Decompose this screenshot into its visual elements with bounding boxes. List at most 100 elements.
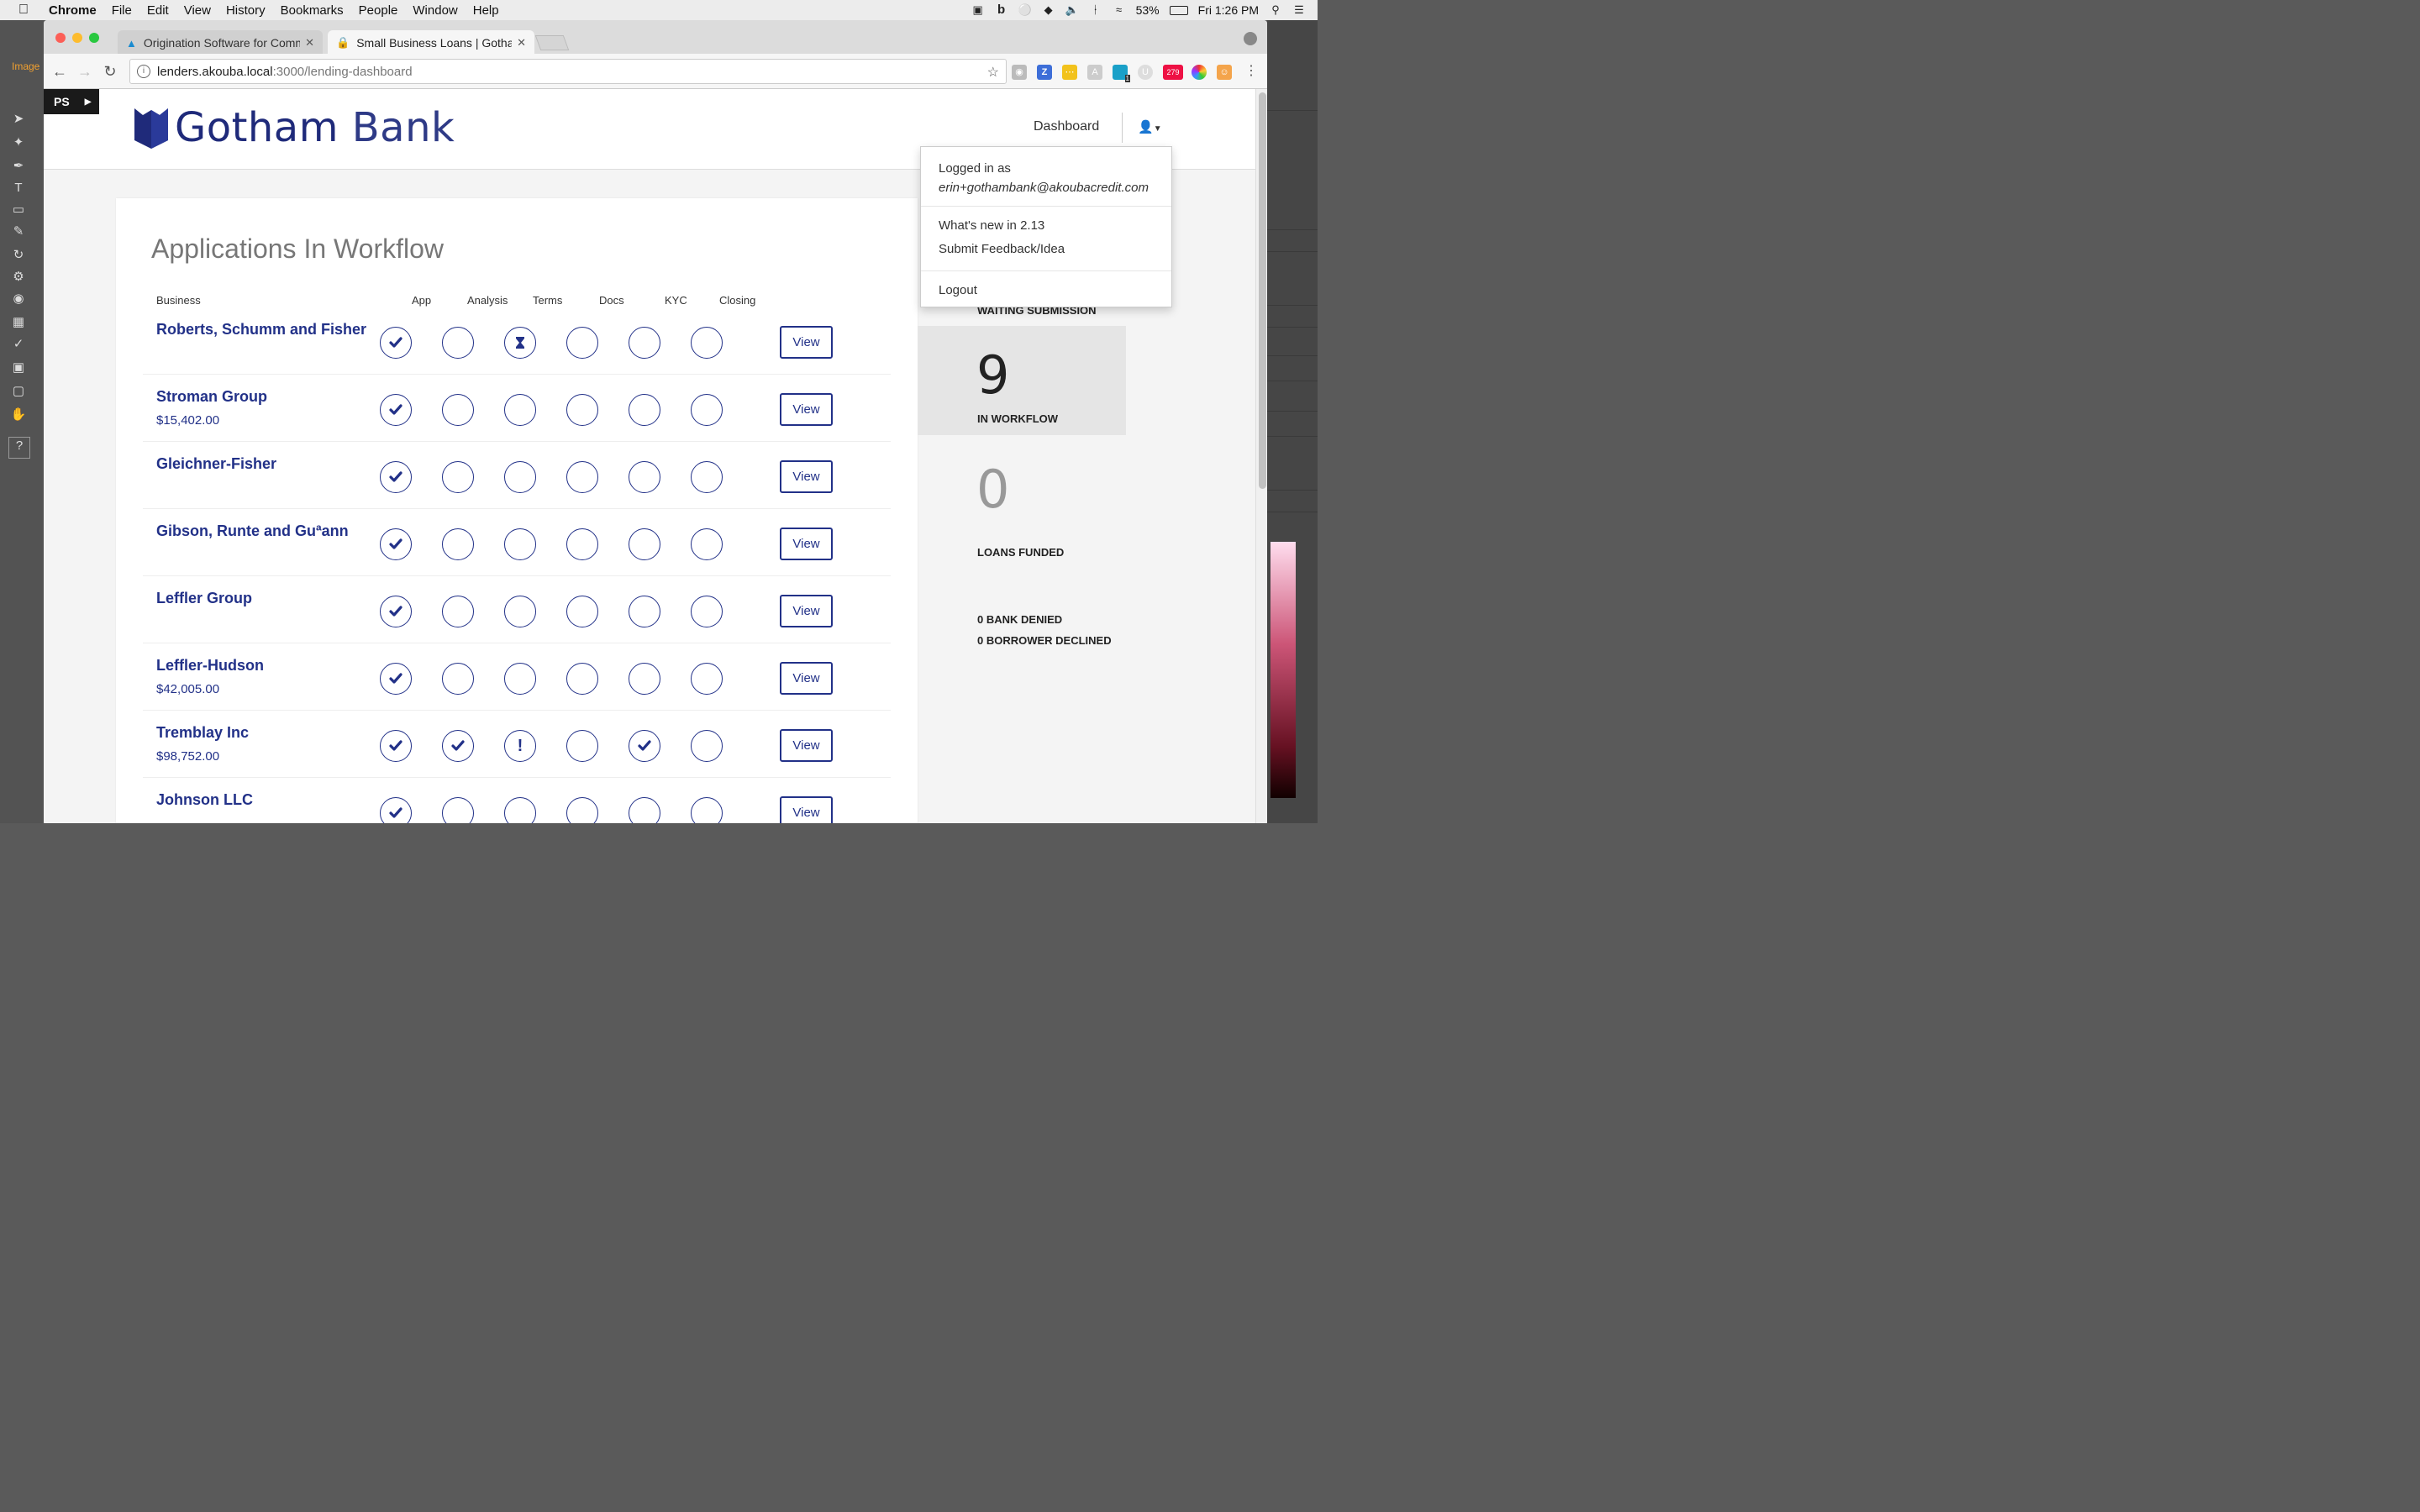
column-header-analysis: Analysis [467, 294, 508, 307]
close-window-button[interactable] [55, 33, 66, 43]
view-button[interactable]: View [780, 662, 833, 695]
business-name-link[interactable]: Tremblay Inc [156, 724, 249, 742]
volume-icon[interactable]: 🔈 [1065, 4, 1079, 16]
help-icon[interactable]: ? [8, 437, 30, 459]
battery-icon[interactable] [1169, 5, 1188, 15]
type-tool-icon[interactable]: T [10, 180, 27, 197]
step-analysis-empty [442, 797, 474, 823]
face-extension-icon[interactable]: ☺ [1217, 65, 1232, 80]
business-name-link[interactable]: Leffler Group [156, 590, 252, 607]
zoom-window-button[interactable] [89, 33, 99, 43]
menu-divider [921, 206, 1171, 207]
shape-builder-icon[interactable]: ◉ [10, 291, 27, 307]
business-name-link[interactable]: Johnson LLC [156, 791, 253, 809]
u-extension-icon[interactable]: U [1138, 65, 1153, 80]
page-scrollbar[interactable] [1255, 89, 1267, 823]
yellow-extension-icon[interactable]: ⋯ [1062, 65, 1077, 80]
bluetooth-icon[interactable]: ᚽ [1089, 4, 1102, 16]
view-button[interactable]: View [780, 326, 833, 359]
color-wheel-extension-icon[interactable] [1192, 65, 1207, 80]
pencil-tool-icon[interactable]: ✎ [10, 223, 27, 240]
checkmark-icon [389, 404, 402, 415]
business-name-link[interactable]: Gleichner-Fisher [156, 455, 276, 473]
scrollbar-thumb[interactable] [1259, 92, 1266, 489]
pen-tool-icon[interactable]: ✒ [10, 158, 27, 175]
business-name-link[interactable]: Stroman Group [156, 388, 267, 406]
tab-small-business-loans[interactable]: 🔒 Small Business Loans | Gotham ✕ [328, 30, 534, 55]
new-tab-button[interactable] [534, 35, 570, 50]
submit-feedback-link[interactable]: Submit Feedback/Idea [939, 242, 1065, 256]
ps-image-tab[interactable]: Image [12, 60, 39, 72]
minimize-window-button[interactable] [72, 33, 82, 43]
tab-origination-software[interactable]: ▲ Origination Software for Comm ✕ [118, 30, 323, 55]
menu-file[interactable]: File [112, 3, 132, 18]
menu-edit[interactable]: Edit [147, 3, 169, 18]
view-button[interactable]: View [780, 595, 833, 627]
site-info-icon[interactable]: i [137, 65, 150, 78]
tab-close-icon[interactable]: ✕ [517, 36, 526, 50]
gotham-bank-logo[interactable]: Gotham Bank [133, 104, 455, 151]
b-app-icon[interactable]: b [995, 3, 1008, 16]
step-docs-empty [566, 394, 598, 426]
reload-icon[interactable]: ↻ [101, 62, 119, 81]
profile-icon[interactable] [1244, 32, 1257, 45]
hand-tool-icon[interactable]: ✋ [10, 407, 27, 423]
warp-tool-icon[interactable]: ⚙ [10, 269, 27, 286]
artboard-tool-icon[interactable]: ▢ [10, 383, 27, 400]
step-app-done [380, 730, 412, 762]
forward-arrow-icon[interactable]: → [76, 62, 94, 81]
business-name-link[interactable]: Leffler-Hudson [156, 657, 264, 675]
in-workflow-stat[interactable]: 9 IN WORKFLOW [918, 326, 1126, 435]
angular-extension-icon[interactable]: A [1087, 65, 1102, 80]
shield-status-icon[interactable]: ▣ [971, 4, 985, 16]
magic-wand-icon[interactable]: ✦ [10, 134, 27, 151]
menu-bookmarks[interactable]: Bookmarks [281, 3, 344, 18]
loan-amount: $15,402.00 [156, 413, 220, 428]
ps-overlay-badge[interactable]: PS ▶ [44, 89, 99, 114]
evernote-icon[interactable]: ◆ [1042, 4, 1055, 16]
chrome-menu-icon[interactable]: ⋮ [1242, 62, 1260, 81]
wifi-icon[interactable]: ≈ [1113, 4, 1126, 16]
business-name-link[interactable]: Roberts, Schumm and Fisher [156, 321, 366, 339]
view-button[interactable]: View [780, 393, 833, 426]
menu-people[interactable]: People [359, 3, 398, 18]
color-picker-gradient[interactable] [1270, 542, 1296, 798]
notifier-extension-icon[interactable]: 1 [1113, 65, 1130, 82]
menu-view[interactable]: View [184, 3, 211, 18]
symbol-sprayer-icon[interactable]: ▣ [10, 360, 27, 376]
view-button[interactable]: View [780, 796, 833, 823]
address-bar[interactable]: i lenders.akouba.local :3000/lending-das… [129, 59, 1007, 84]
mail-count-extension-icon[interactable]: 279 [1163, 65, 1183, 80]
back-arrow-icon[interactable]: ← [50, 62, 69, 81]
view-button[interactable]: View [780, 528, 833, 560]
step-docs-empty [566, 663, 598, 695]
menu-window[interactable]: Window [413, 3, 457, 18]
tab-close-icon[interactable]: ✕ [305, 36, 314, 50]
clock[interactable]: Fri 1:26 PM [1198, 3, 1259, 17]
menu-history[interactable]: History [226, 3, 266, 18]
menu-app-name[interactable]: Chrome [49, 3, 97, 18]
rotate-tool-icon[interactable]: ↻ [10, 247, 27, 264]
checkmark-icon [389, 538, 402, 549]
notification-center-icon[interactable]: ☰ [1292, 4, 1306, 16]
apple-menu-icon[interactable]:  [18, 3, 34, 18]
nav-dashboard-link[interactable]: Dashboard [1034, 119, 1099, 134]
camera-extension-icon[interactable]: ◉ [1012, 65, 1027, 80]
creative-cloud-icon[interactable]: ⚪ [1018, 4, 1032, 16]
rectangle-tool-icon[interactable]: ▭ [10, 202, 27, 218]
view-button[interactable]: View [780, 460, 833, 493]
business-name-link[interactable]: Gibson, Runte and Guªann [156, 522, 349, 540]
view-button[interactable]: View [780, 729, 833, 762]
z-extension-icon[interactable]: Z [1037, 65, 1052, 80]
graph-tool-icon[interactable]: ▦ [10, 314, 27, 331]
spotlight-search-icon[interactable]: ⚲ [1269, 4, 1282, 16]
menu-help[interactable]: Help [473, 3, 499, 18]
logout-link[interactable]: Logout [939, 283, 977, 297]
bookmark-star-icon[interactable]: ☆ [987, 64, 999, 81]
url-host: lenders.akouba.local [157, 64, 273, 79]
step-closing-empty [691, 528, 723, 560]
move-tool-icon[interactable]: ➤ [10, 111, 27, 128]
user-menu-toggle[interactable]: 👤▼ [1138, 119, 1162, 134]
whats-new-link[interactable]: What's new in 2.13 [939, 218, 1044, 233]
eyedropper-icon[interactable]: ✓ [10, 336, 27, 353]
